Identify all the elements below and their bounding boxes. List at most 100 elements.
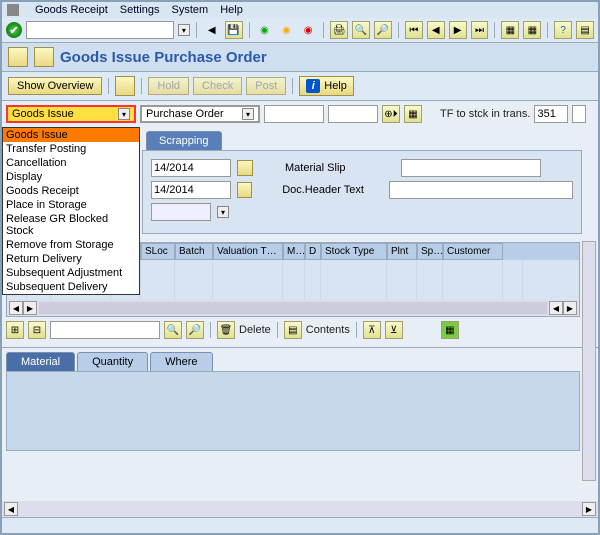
grid-column-header[interactable]: M… [283, 243, 305, 260]
header-toggle1-icon[interactable] [8, 47, 28, 67]
find-icon[interactable]: 🔍 [352, 21, 370, 39]
help-icon[interactable]: ? [554, 21, 572, 39]
grid-column-header[interactable]: Customer [443, 243, 503, 260]
find-next-icon[interactable]: 🔎 [374, 21, 392, 39]
create-session-icon[interactable]: ▦ [501, 21, 519, 39]
chevron-down-icon[interactable]: ▾ [217, 206, 229, 218]
calendar-icon[interactable] [237, 182, 252, 198]
grid-column-header[interactable]: Sp… [417, 243, 443, 260]
item-search-input[interactable] [50, 321, 160, 339]
tab-where[interactable]: Where [150, 352, 212, 371]
scroll-left-icon[interactable]: ◀ [549, 301, 563, 315]
print-icon[interactable]: 🖨 [330, 21, 348, 39]
content-area: Goods Issue ▾ Purchase Order ▾ ⊕⏵ ▦ TF t… [2, 101, 598, 501]
tab-material[interactable]: Material [6, 352, 75, 371]
dropdown-item[interactable]: Return Delivery [3, 252, 139, 266]
contents-icon[interactable]: ▤ [284, 321, 302, 339]
menu-goods-receipt[interactable]: Goods Receipt [35, 4, 108, 16]
posting-date-input[interactable] [151, 181, 231, 199]
detail-icon[interactable]: ▦ [404, 105, 422, 123]
show-overview-button[interactable]: Show Overview [8, 77, 102, 95]
dropdown-item[interactable]: Release GR Blocked Stock [3, 212, 139, 238]
menu-settings[interactable]: Settings [120, 4, 160, 16]
scroll-left-icon[interactable]: ◀ [4, 502, 18, 516]
header-extra-input[interactable] [151, 203, 211, 221]
titlebar-icon [7, 4, 19, 16]
grid-column-header[interactable]: Stock Type [321, 243, 387, 260]
document-date-input[interactable] [151, 159, 231, 177]
grid-column-header[interactable]: Valuation T… [213, 243, 283, 260]
deselect-all-icon[interactable]: ⊟ [28, 321, 46, 339]
grid-column-header[interactable]: SLoc [141, 243, 175, 260]
dropdown-item[interactable]: Subsequent Adjustment [3, 266, 139, 280]
first-page-icon[interactable]: ⏮ [405, 21, 423, 39]
po-item-input[interactable] [328, 105, 378, 123]
header-toggle2-icon[interactable] [34, 47, 54, 67]
menu-system[interactable]: System [172, 4, 209, 16]
reference-dropdown-value: Purchase Order [146, 108, 224, 120]
new-doc-icon[interactable] [115, 76, 135, 96]
transaction-dropdown-list[interactable]: Goods IssueTransfer PostingCancellationD… [2, 127, 140, 295]
exit-icon[interactable]: ◉ [277, 21, 295, 39]
next-page-icon[interactable]: ▶ [449, 21, 467, 39]
search-next-icon[interactable]: 🔎 [186, 321, 204, 339]
save-disk-icon[interactable]: 💾 [225, 21, 243, 39]
window-hscroll[interactable]: ◀ ▶ [2, 501, 598, 517]
execute-icon[interactable]: ⊕⏵ [382, 105, 400, 123]
enter-icon[interactable]: ✔ [6, 22, 22, 38]
prev-page-icon[interactable]: ◀ [427, 21, 445, 39]
hold-button[interactable]: Hold [148, 77, 189, 95]
tab-scrapping[interactable]: Scrapping [146, 131, 222, 150]
help-button[interactable]: i Help [299, 76, 354, 96]
po-number-input[interactable] [264, 105, 324, 123]
dropdown-item[interactable]: Transfer Posting [3, 142, 139, 156]
generate-shortcut-icon[interactable]: ▦ [523, 21, 541, 39]
command-field[interactable] [26, 21, 174, 39]
calendar-icon[interactable] [237, 160, 253, 176]
dropdown-item[interactable]: Goods Issue [3, 128, 139, 142]
settings-icon[interactable]: ▦ [441, 321, 459, 339]
sort-asc-icon[interactable]: ⊼ [363, 321, 381, 339]
scroll-right-icon[interactable]: ▶ [563, 301, 577, 315]
dropdown-item[interactable]: Place in Storage [3, 198, 139, 212]
reference-dropdown[interactable]: Purchase Order ▾ [140, 105, 260, 123]
doc-header-label: Doc.Header Text [282, 184, 383, 196]
select-all-icon[interactable]: ⊞ [6, 321, 24, 339]
save-icon[interactable]: ◀ [203, 21, 221, 39]
check-button[interactable]: Check [193, 77, 242, 95]
scroll-left-icon[interactable]: ◀ [9, 301, 23, 315]
menu-help[interactable]: Help [220, 4, 243, 16]
dropdown-item[interactable]: Display [3, 170, 139, 184]
dropdown-item[interactable]: Subsequent Delivery [3, 280, 139, 294]
dropdown-item[interactable]: Cancellation [3, 156, 139, 170]
selection-row: Goods Issue ▾ Purchase Order ▾ ⊕⏵ ▦ TF t… [2, 101, 598, 127]
header-panel: Material Slip Doc.Header Text ▾ [142, 150, 582, 234]
grid-column-header[interactable]: Batch [175, 243, 213, 260]
grid-column-header[interactable]: Plnt [387, 243, 417, 260]
grid-hscroll[interactable]: ◀ ▶ ◀ ▶ [7, 300, 579, 316]
cancel-icon[interactable]: ◉ [299, 21, 317, 39]
doc-header-input[interactable] [389, 181, 573, 199]
dropdown-item[interactable]: Remove from Storage [3, 238, 139, 252]
transaction-dropdown[interactable]: Goods Issue ▾ [6, 105, 136, 123]
sort-desc-icon[interactable]: ⊻ [385, 321, 403, 339]
dropdown-item[interactable]: Goods Receipt [3, 184, 139, 198]
last-page-icon[interactable]: ⏭ [471, 21, 489, 39]
vertical-scrollbar[interactable] [582, 241, 596, 481]
special-stock-input[interactable] [572, 105, 586, 123]
movement-type-input[interactable] [534, 105, 568, 123]
back-icon[interactable]: ◉ [256, 21, 274, 39]
scroll-right-icon[interactable]: ▶ [582, 502, 596, 516]
transaction-dropdown-value: Goods Issue [12, 108, 74, 120]
search-icon[interactable]: 🔍 [164, 321, 182, 339]
material-slip-input[interactable] [401, 159, 541, 177]
scroll-right-icon[interactable]: ▶ [23, 301, 37, 315]
command-dropdown-icon[interactable]: ▾ [178, 24, 190, 36]
grid-column-header[interactable]: D [305, 243, 321, 260]
post-button[interactable]: Post [246, 77, 286, 95]
customize-layout-icon[interactable]: ▤ [576, 21, 594, 39]
contents-label: Contents [306, 324, 350, 336]
delete-icon[interactable]: 🗑 [217, 321, 235, 339]
delete-label: Delete [239, 324, 271, 336]
tab-quantity[interactable]: Quantity [77, 352, 148, 371]
